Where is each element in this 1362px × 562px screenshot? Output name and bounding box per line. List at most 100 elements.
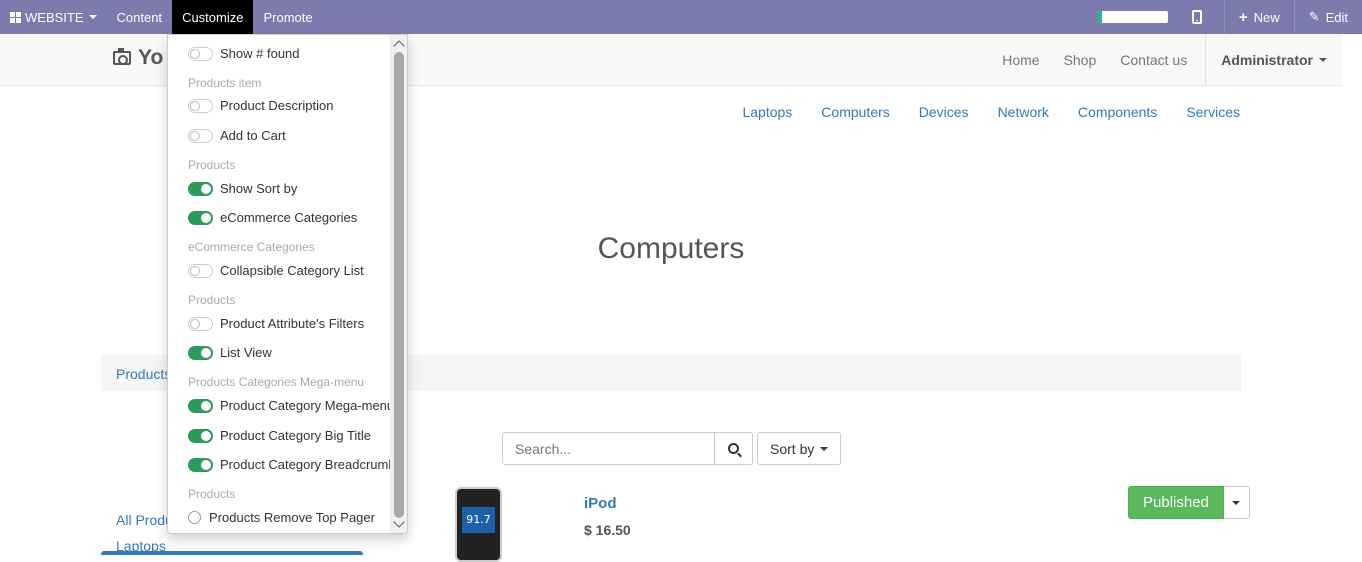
edit-button-label: Edit <box>1325 9 1348 25</box>
option-products-remove-top-pager[interactable]: Products Remove Top Pager <box>188 510 375 525</box>
category-computers[interactable]: Computers <box>821 104 889 120</box>
chevron-down-icon[interactable] <box>393 516 405 528</box>
site-logo[interactable]: Yo <box>113 46 163 70</box>
option-show-found[interactable]: Show # found <box>188 46 300 61</box>
section-header: Products item <box>188 76 262 90</box>
new-button-label: New <box>1253 9 1280 25</box>
section-header: Products <box>188 487 236 501</box>
publish-dropdown-toggle[interactable] <box>1223 486 1250 519</box>
option-label: Show # found <box>220 46 300 61</box>
user-menu-label: Administrator <box>1221 52 1313 68</box>
admin-topbar: WEBSITE Content Customize Promote + New … <box>0 0 1362 34</box>
publish-group: Published <box>1128 486 1250 519</box>
search-button[interactable] <box>715 432 753 465</box>
toggle-off[interactable] <box>188 98 213 113</box>
toggle-on[interactable] <box>188 345 213 360</box>
option-label: eCommerce Categories <box>220 210 358 225</box>
toggle-off[interactable] <box>188 263 213 278</box>
toggle-off[interactable] <box>188 316 213 331</box>
logo-text: Yo <box>138 46 164 69</box>
product-image-screen: 91.7 <box>462 507 495 533</box>
category-components[interactable]: Components <box>1078 104 1157 120</box>
section-header: Products Categories Mega-menu <box>188 375 365 389</box>
main-nav: Home Shop Contact us Administrator <box>990 34 1342 86</box>
section-header: eCommerce Categories <box>188 240 315 254</box>
radio-unchecked[interactable] <box>188 511 201 524</box>
option-label: Products Remove Top Pager <box>209 510 375 525</box>
option-label: Show Sort by <box>220 181 298 196</box>
product-image-ipod[interactable]: 91.7 <box>455 487 502 562</box>
option-product-category-big-title[interactable]: Product Category Big Title <box>188 428 371 443</box>
category-laptops[interactable]: Laptops <box>742 104 792 120</box>
toggle-on[interactable] <box>188 210 213 225</box>
edit-button[interactable]: ✎ Edit <box>1293 0 1362 34</box>
option-label: Product Category Mega-menu <box>220 398 395 413</box>
category-nav: Laptops Computers Devices Network Compon… <box>713 104 1240 120</box>
sort-by-button[interactable]: Sort by <box>757 432 842 465</box>
user-menu[interactable]: Administrator <box>1205 34 1342 86</box>
left-category-all-products[interactable]: All Produ <box>116 507 173 533</box>
option-collapsible-category-list[interactable]: Collapsible Category List <box>188 263 364 278</box>
website-menu[interactable]: WEBSITE <box>0 0 107 34</box>
section-header: Products <box>188 293 236 307</box>
option-label: Product Description <box>220 98 334 113</box>
option-show-sort-by[interactable]: Show Sort by <box>188 181 297 196</box>
customize-menu[interactable]: Customize <box>172 0 254 34</box>
chevron-up-icon[interactable] <box>393 40 405 52</box>
caret-down-icon <box>1319 58 1327 62</box>
option-add-to-cart[interactable]: Add to Cart <box>188 128 286 143</box>
new-button[interactable]: + New <box>1223 0 1294 34</box>
promote-menu[interactable]: Promote <box>253 0 322 34</box>
option-label: Product Category Breadcrumb <box>220 457 396 472</box>
product-name[interactable]: iPod <box>584 495 617 512</box>
category-network[interactable]: Network <box>998 104 1049 120</box>
plus-icon: + <box>1238 8 1248 26</box>
content-menu[interactable]: Content <box>107 0 173 34</box>
active-category-indicator <box>101 551 363 555</box>
toggle-off[interactable] <box>188 128 213 143</box>
category-services[interactable]: Services <box>1186 104 1240 120</box>
dropdown-scrollbar[interactable] <box>390 35 407 533</box>
mobile-preview-icon[interactable] <box>1191 10 1202 24</box>
nav-home[interactable]: Home <box>990 52 1051 68</box>
search-input[interactable] <box>502 432 715 465</box>
toggle-off[interactable] <box>188 46 213 61</box>
apps-grid-icon <box>10 11 21 23</box>
caret-down-icon <box>1232 500 1241 505</box>
option-ecommerce-categories[interactable]: eCommerce Categories <box>188 210 357 225</box>
published-button[interactable]: Published <box>1128 486 1224 519</box>
section-header: Products <box>188 158 236 172</box>
website-progress-bar[interactable] <box>1097 11 1168 23</box>
caret-down-icon <box>820 446 829 451</box>
breadcrumb-products[interactable]: Products <box>116 366 171 382</box>
caret-down-icon <box>88 15 97 19</box>
left-category-laptops[interactable]: Laptops <box>116 533 173 559</box>
option-product-attribute-filters[interactable]: Product Attribute's Filters <box>188 316 364 331</box>
option-product-category-mega-menu[interactable]: Product Category Mega-menu <box>188 398 394 413</box>
option-product-description[interactable]: Product Description <box>188 98 333 113</box>
search-icon <box>728 443 739 454</box>
toggle-on[interactable] <box>188 457 213 472</box>
pencil-icon: ✎ <box>1308 9 1320 24</box>
nav-contact-us[interactable]: Contact us <box>1108 52 1199 68</box>
category-devices[interactable]: Devices <box>919 104 969 120</box>
option-label: Product Attribute's Filters <box>220 316 365 331</box>
search-group <box>502 432 753 465</box>
option-label: List View <box>220 345 272 360</box>
nav-shop[interactable]: Shop <box>1052 52 1109 68</box>
option-label: Add to Cart <box>220 128 286 143</box>
progress-fill <box>1097 11 1103 23</box>
toggle-on[interactable] <box>188 428 213 443</box>
option-product-category-breadcrumb[interactable]: Product Category Breadcrumb <box>188 457 396 472</box>
option-list-view[interactable]: List View <box>188 345 272 360</box>
product-price: $ 16.50 <box>584 522 631 538</box>
customize-dropdown: Show # found Products item Product Descr… <box>167 34 408 534</box>
option-label: Collapsible Category List <box>220 263 364 278</box>
camera-icon <box>113 48 131 65</box>
toggle-on[interactable] <box>188 181 213 196</box>
sort-by-label: Sort by <box>770 440 815 457</box>
option-label: Product Category Big Title <box>220 428 372 443</box>
scrollbar-thumb[interactable] <box>394 52 404 518</box>
toggle-on[interactable] <box>188 398 213 413</box>
website-menu-label: WEBSITE <box>25 9 84 25</box>
